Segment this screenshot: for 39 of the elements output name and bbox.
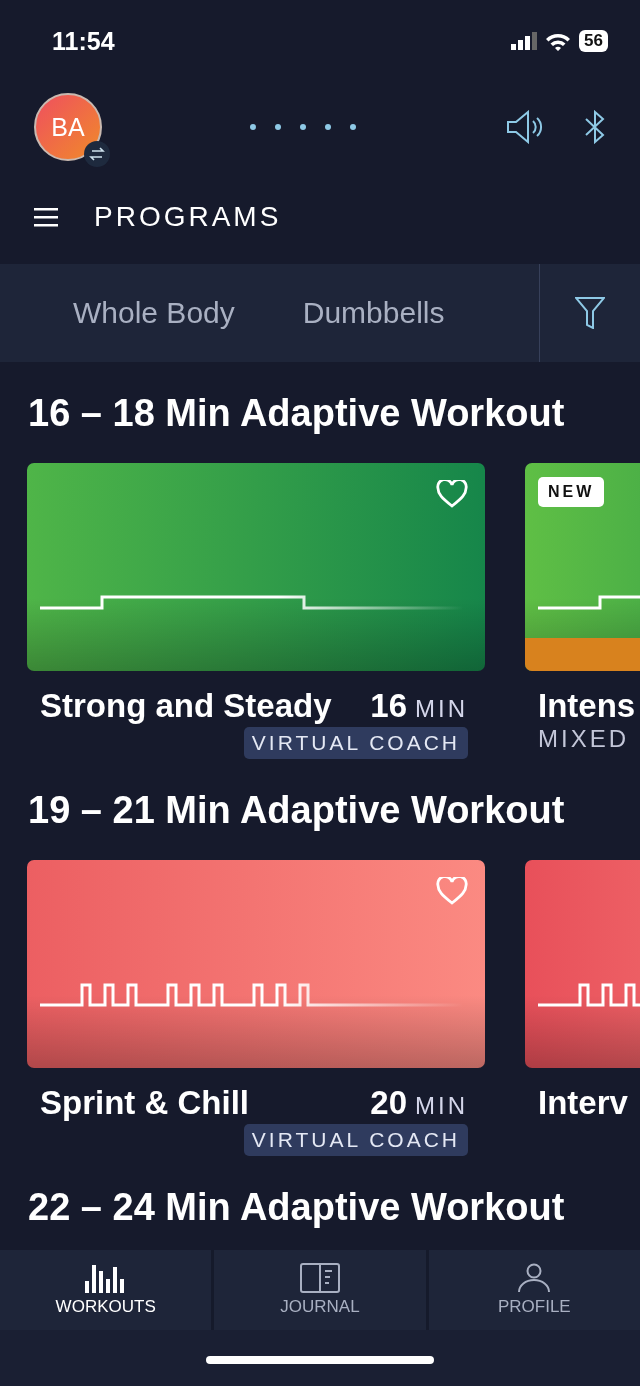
tab[interactable]: PROFILE (428, 1250, 640, 1330)
tab[interactable]: JOURNAL (214, 1250, 426, 1330)
heart-icon[interactable] (436, 877, 468, 905)
workout-title: Interv (538, 1084, 628, 1122)
page-dots-icon (250, 124, 358, 130)
menu-icon[interactable] (34, 207, 58, 227)
page-title: PROGRAMS (94, 201, 282, 233)
speaker-icon[interactable] (506, 110, 544, 144)
book-icon (300, 1263, 340, 1293)
tab[interactable]: WORKOUTS (0, 1250, 212, 1330)
workout-duration: 20 (370, 1084, 407, 1122)
workout-card-image[interactable] (27, 860, 485, 1068)
workout-tag: VIRTUAL COACH (243, 727, 468, 759)
filter-chip[interactable]: Dumbbells (302, 296, 445, 330)
duration-unit: MIN (415, 1092, 468, 1120)
section-heading: 16 – 18 Min Adaptive Workout (27, 391, 566, 436)
workout-card-image[interactable]: NEW (525, 463, 640, 671)
signal-icon (511, 32, 538, 50)
heart-icon[interactable] (436, 480, 468, 508)
workout-title: Intens (538, 687, 636, 725)
person-icon (517, 1263, 552, 1293)
status-time: 11:54 (52, 26, 115, 56)
section-heading: 22 – 24 Min Adaptive Workout (27, 1185, 566, 1230)
filter-chip[interactable]: Whole Body (73, 296, 235, 330)
section-heading: 19 – 21 Min Adaptive Workout (27, 788, 566, 833)
switch-icon[interactable] (84, 141, 110, 167)
workout-title: Strong and Steady (40, 687, 332, 725)
bar-chart-icon (84, 1263, 127, 1293)
workout-category: MIXED (538, 725, 629, 753)
wifi-icon (545, 31, 572, 51)
workout-tag: VIRTUAL COACH (243, 1124, 468, 1156)
new-badge: NEW (538, 477, 605, 507)
bluetooth-icon[interactable] (584, 110, 606, 144)
duration-unit: MIN (415, 695, 468, 723)
battery-level: 56 (579, 30, 608, 52)
workout-title: Sprint & Chill (40, 1084, 249, 1122)
workout-card-image[interactable] (27, 463, 485, 671)
workout-duration: 16 (370, 687, 407, 725)
filter-icon[interactable] (575, 297, 605, 329)
